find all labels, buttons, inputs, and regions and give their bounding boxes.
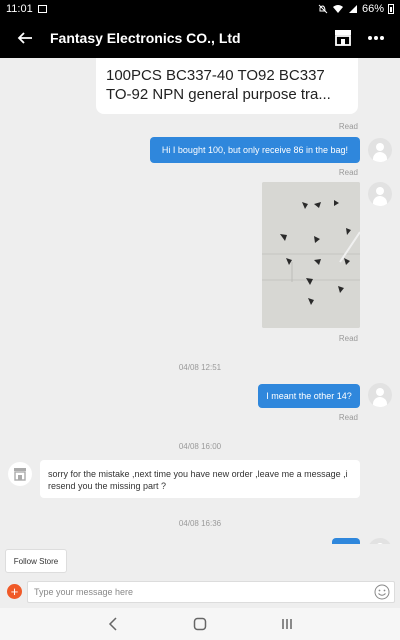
product-card[interactable]: 100PCS BC337-40 TO92 BC337 TO-92 NPN gen… <box>96 58 358 114</box>
battery-icon <box>388 4 394 14</box>
user-avatar <box>368 182 392 206</box>
message-text: I meant the other 14? <box>266 391 352 401</box>
message-bubble-sent-partial[interactable] <box>332 538 360 544</box>
message-bubble-sent[interactable]: I meant the other 14? <box>258 384 360 408</box>
gallery-icon <box>37 5 47 13</box>
nav-home-button[interactable] <box>188 614 212 634</box>
status-time: 11:01 <box>6 3 33 15</box>
app-bar: Fantasy Electronics CO., Ltd <box>0 18 400 58</box>
more-icon <box>368 36 384 40</box>
user-avatar <box>368 138 392 162</box>
user-avatar <box>368 383 392 407</box>
timestamp: 04/08 16:36 <box>178 519 222 528</box>
product-title-line2: TO-92 NPN general purpose tra... <box>106 86 331 103</box>
store-icon[interactable] <box>334 29 352 46</box>
wifi-icon <box>332 5 343 13</box>
follow-store-label: Follow Store <box>13 556 59 566</box>
read-receipt: Read <box>338 334 358 343</box>
system-nav-bar <box>0 608 400 640</box>
back-button[interactable] <box>14 27 36 49</box>
product-title-line1: 100PCS BC337-40 TO92 BC337 <box>106 67 325 84</box>
read-receipt: Read <box>338 122 358 131</box>
message-input[interactable] <box>27 581 395 603</box>
more-options-button[interactable] <box>366 28 386 48</box>
add-attachment-button[interactable]: + <box>7 584 22 599</box>
timestamp: 04/08 12:51 <box>178 363 222 372</box>
timestamp: 04/08 16:00 <box>178 442 222 451</box>
store-avatar-icon <box>14 468 26 481</box>
battery-percent: 66% <box>361 3 384 15</box>
read-receipt: Read <box>338 413 358 422</box>
status-bar: 11:01 66% <box>0 0 400 18</box>
mute-icon <box>318 4 328 14</box>
nav-back-button[interactable] <box>101 614 125 634</box>
message-text: sorry for the mistake ,next time you hav… <box>48 469 348 491</box>
store-title: Fantasy Electronics CO., Ltd <box>50 30 241 46</box>
user-avatar <box>368 538 392 544</box>
emoji-icon[interactable] <box>374 584 390 600</box>
sent-photo[interactable] <box>262 182 360 328</box>
message-text: Hi I bought 100, but only receive 86 in … <box>161 145 349 155</box>
nav-recents-icon <box>281 619 292 629</box>
back-arrow-icon <box>17 32 32 44</box>
photo-image <box>262 182 360 328</box>
signal-icon <box>348 5 357 13</box>
store-avatar <box>8 462 32 486</box>
chat-area[interactable]: 100PCS BC337-40 TO92 BC337 TO-92 NPN gen… <box>0 58 400 544</box>
message-bubble-received[interactable]: sorry for the mistake ,next time you hav… <box>40 460 360 498</box>
nav-home-icon <box>193 617 207 631</box>
nav-back-icon <box>109 617 117 631</box>
read-receipt: Read <box>338 168 358 177</box>
message-bubble-sent[interactable]: Hi I bought 100, but only receive 86 in … <box>150 137 360 163</box>
message-input-bar: + <box>0 576 400 608</box>
nav-recents-button[interactable] <box>275 614 299 634</box>
follow-store-button[interactable]: Follow Store <box>5 549 67 573</box>
